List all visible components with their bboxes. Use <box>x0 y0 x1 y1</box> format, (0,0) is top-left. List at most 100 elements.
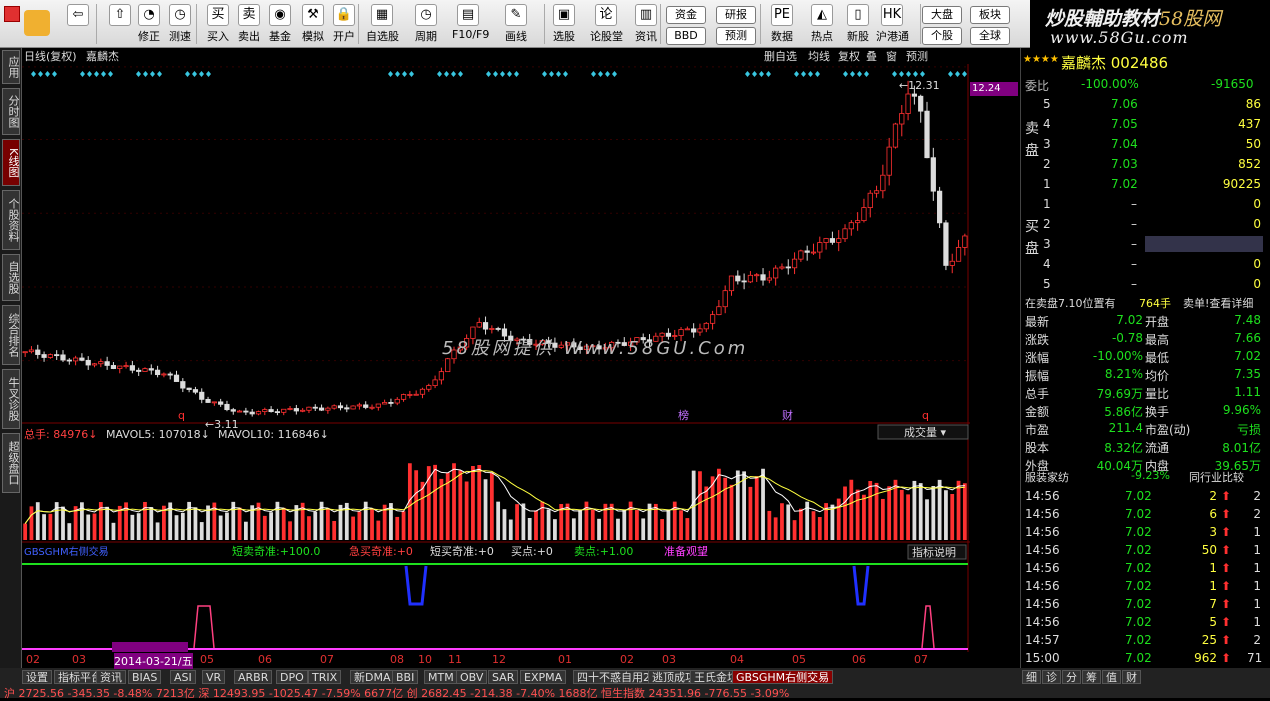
indicator-tab-2[interactable]: 资讯 <box>96 670 126 684</box>
chart-header-btn-5[interactable]: 预测 <box>906 50 928 63</box>
left-tab-6[interactable]: 牛叉诊股 <box>2 369 20 429</box>
indicator-tab-12[interactable]: OBV <box>456 670 488 684</box>
app-logo[interactable] <box>4 6 20 22</box>
toolbar-pick-button[interactable]: ▣ 选股 <box>548 2 580 46</box>
candle-body <box>911 93 918 97</box>
buy-volume: 0 <box>1253 277 1261 291</box>
buy-row: 2 – 0 <box>1021 216 1270 234</box>
tick-volume: 5 <box>1209 615 1217 629</box>
toolbar-sim-button[interactable]: ⚒ 模拟 <box>297 2 329 46</box>
toolbar-hkconnect-button[interactable]: HK 沪港通 <box>876 2 909 46</box>
toolbar-news-button[interactable]: ▥ 资讯 <box>630 2 662 46</box>
toolbar-pill-4[interactable]: 大盘 <box>922 6 962 24</box>
toolbar-pill-2[interactable]: 研报 <box>716 6 756 24</box>
pick-icon: ▣ <box>553 4 575 26</box>
chart-header-btn-3[interactable]: 叠 <box>866 50 877 63</box>
candle-body <box>382 402 388 405</box>
toolbar-label: 周期 <box>415 30 437 43</box>
buy-price: – <box>1131 257 1137 271</box>
quote-tab-2[interactable]: 分 <box>1062 670 1081 684</box>
candle-body <box>22 351 28 354</box>
period-icon: ◷ <box>415 4 437 26</box>
tick-row: 14:56 7.02 50 ⬆ 1 <box>1021 542 1270 560</box>
candle-body <box>495 328 501 330</box>
left-tab-0[interactable]: 应用 <box>2 50 20 84</box>
indicator-tab-14[interactable]: EXPMA <box>520 670 567 684</box>
quote-tab-1[interactable]: 诊 <box>1042 670 1061 684</box>
candle-body <box>325 407 331 411</box>
toolbar-label: 画线 <box>505 30 527 43</box>
kline-chart[interactable]: 日线(复权)嘉麟杰删自选均线复权叠窗预测12.8210.808.756.704.… <box>22 48 1009 654</box>
chart-header-btn-1[interactable]: 均线 <box>808 49 830 63</box>
indicator-tab-4[interactable]: ASI <box>170 670 196 684</box>
quote-tab-4[interactable]: 值 <box>1102 670 1121 684</box>
candle-body <box>955 246 962 262</box>
indicator-tab-0[interactable]: 设置 <box>22 670 52 684</box>
toolbar-label: 买入 <box>207 30 229 43</box>
up-arrow-icon: ⬆ <box>1221 579 1232 593</box>
indicator-tab-3[interactable]: BIAS <box>128 670 162 684</box>
indicator-tab-5[interactable]: VR <box>202 670 226 684</box>
stat-label: 市盈 <box>1025 423 1050 437</box>
toolbar-pill-1[interactable]: BBD <box>666 27 706 45</box>
toolbar-back-button[interactable]: ⇦ <box>62 2 94 46</box>
indicator-tab-8[interactable]: TRIX <box>308 670 342 684</box>
quote-tab-3[interactable]: 筹 <box>1082 670 1101 684</box>
toolbar-draw-button[interactable]: ✎ 画线 <box>500 2 532 46</box>
toolbar-fund-button[interactable]: ◉ 基金 <box>264 2 296 46</box>
toolbar-hot-button[interactable]: ◭ 热点 <box>806 2 838 46</box>
toolbar-test-button[interactable]: ◷ 测速 <box>164 2 196 46</box>
chart-header-btn-2[interactable]: 复权 <box>838 49 860 63</box>
candle-body <box>678 329 684 336</box>
indicator-tab-7[interactable]: DPO <box>276 670 308 684</box>
toolbar-open-button[interactable]: 🔒 开户 <box>328 2 360 46</box>
indicator-tab-11[interactable]: MTM <box>424 670 458 684</box>
toolbar-forum-button[interactable]: 论论股堂 <box>590 2 623 46</box>
chart-header-btn-0[interactable]: 删自选 <box>764 50 797 63</box>
toolbar-pill-7[interactable]: 全球 <box>970 27 1010 45</box>
quote-tab-5[interactable]: 财 <box>1122 670 1141 684</box>
candle-body <box>281 408 287 413</box>
left-tab-7[interactable]: 超级盘口 <box>2 433 20 493</box>
position-detail-link[interactable]: 卖单!查看详细 <box>1183 295 1253 311</box>
indicator-tab-13[interactable]: SAR <box>488 670 519 684</box>
tick-price: 7.02 <box>1125 579 1152 593</box>
toolbar-f10-button[interactable]: ▤ F10/F9 <box>452 2 489 46</box>
indicator-tab-9[interactable]: 新DMA <box>350 670 395 684</box>
candle-body <box>760 274 766 281</box>
toolbar-fix-button[interactable]: ◔ 修正 <box>133 2 165 46</box>
buy-level: 5 <box>1043 277 1051 291</box>
stat-row: 总手 79.69万 量比 1.11 <box>1021 384 1270 402</box>
indicator-tab-18[interactable]: GBSGHM右侧交易 <box>732 670 834 684</box>
toolbar-label: 开户 <box>333 30 355 43</box>
indicator-tab-6[interactable]: ARBR <box>234 670 273 684</box>
quote-tab-0[interactable]: 细 <box>1022 670 1041 684</box>
left-tab-3[interactable]: 个股资料 <box>2 190 20 250</box>
tick-time: 14:56 <box>1025 507 1060 521</box>
toolbar-period-button[interactable]: ◷ 周期 <box>410 2 442 46</box>
stat-label: 金额 <box>1025 405 1050 419</box>
left-tab-1[interactable]: 分时图 <box>2 88 20 135</box>
toolbar-pill-6[interactable]: 板块 <box>970 6 1010 24</box>
toolbar-up-button[interactable]: ⇧ <box>104 2 136 46</box>
toolbar-pill-3[interactable]: 预测 <box>716 27 756 45</box>
industry-compare-button[interactable]: 同行业比较 <box>1189 469 1244 485</box>
candle-body <box>804 250 810 253</box>
candle-body <box>369 406 375 409</box>
toolbar-buy-button[interactable]: 买买入 <box>202 2 234 46</box>
left-tab-5[interactable]: 综合排名 <box>2 305 20 365</box>
left-tab-4[interactable]: 自选股 <box>2 254 20 301</box>
toolbar-pill-0[interactable]: 资金 <box>666 6 706 24</box>
sell-level: 2 <box>1043 157 1051 171</box>
toolbar-sell-button[interactable]: 卖卖出 <box>233 2 265 46</box>
indicator-tab-10[interactable]: BBI <box>392 670 419 684</box>
chart-header-btn-4[interactable]: 窗 <box>886 49 897 63</box>
tick-row: 14:56 7.02 5 ⬆ 1 <box>1021 614 1270 632</box>
left-tab-2[interactable]: K线图 <box>2 139 20 186</box>
candle-body <box>192 389 199 393</box>
toolbar-selfpick-button[interactable]: ▦ 自选股 <box>366 2 399 46</box>
toolbar-pill-5[interactable]: 个股 <box>922 27 962 45</box>
indicator-tab-15[interactable]: 四十不惑自用2 <box>573 670 654 684</box>
toolbar-data-button[interactable]: PE 数据 <box>766 2 798 46</box>
toolbar-newstock-button[interactable]: ▯ 新股 <box>842 2 874 46</box>
